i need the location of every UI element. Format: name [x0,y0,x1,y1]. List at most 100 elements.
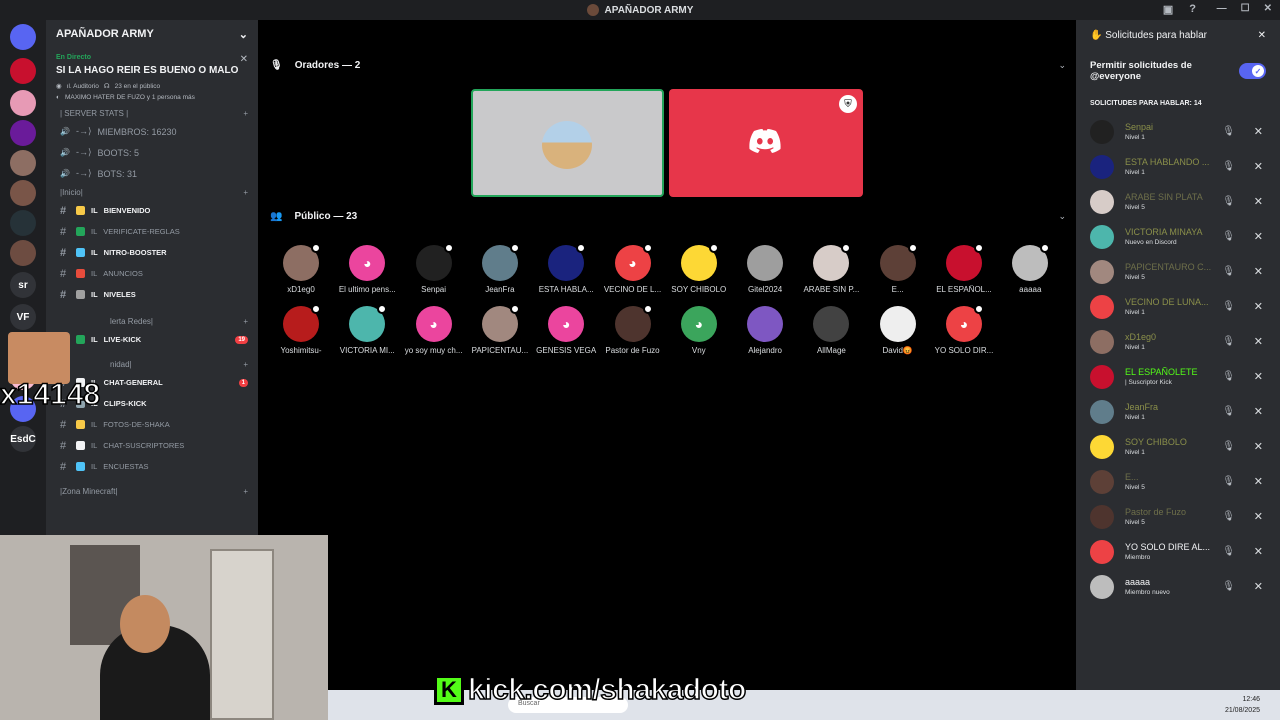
audience-header[interactable]: 👥 Público — 23 [270,211,357,222]
audience-member[interactable]: David😡 [865,306,931,355]
invite-to-speak-icon[interactable]: 🎙 [1222,406,1235,417]
chevron-down-icon[interactable]: ⌄ [1058,60,1066,71]
server-icon[interactable] [10,150,36,176]
invite-to-speak-icon[interactable]: 🎙 [1222,336,1235,347]
allow-requests-toggle[interactable] [1239,63,1266,79]
add-channel-icon[interactable]: + [243,487,248,496]
dismiss-request-icon[interactable]: ✕ [1254,300,1263,313]
add-channel-icon[interactable]: + [243,360,248,369]
server-header[interactable]: APAÑADOR ARMY ⌄ [46,20,258,48]
add-channel-icon[interactable]: + [243,188,248,197]
text-channel[interactable]: #ıllive-kick19 [46,329,258,350]
server-icon[interactable] [10,58,36,84]
text-channel[interactable]: # ıl nitro-booster [46,242,258,263]
close-window-button[interactable]: ✕ [1264,3,1272,14]
invite-to-speak-icon[interactable]: 🎙 [1222,266,1235,277]
invite-to-speak-icon[interactable]: 🎙 [1222,301,1235,312]
minimize-button[interactable]: — [1217,3,1227,14]
audience-member[interactable]: Gitel2024 [732,245,798,294]
audience-member[interactable]: JeanFra [467,243,533,294]
help-icon[interactable]: ? [1189,3,1196,16]
close-icon[interactable]: ✕ [1258,30,1266,41]
dismiss-request-icon[interactable]: ✕ [1254,335,1263,348]
add-channel-icon[interactable]: + [243,317,248,326]
inbox-icon[interactable]: ▣ [1163,3,1173,16]
audience-member[interactable]: ESTA HABLA... [533,243,599,294]
audience-member[interactable]: EL ESPAÑOL... [931,243,997,294]
invite-to-speak-icon[interactable]: 🎙 [1222,546,1235,557]
speaker-tile[interactable] [471,89,664,197]
server-icon[interactable] [10,180,36,206]
server-icon[interactable] [10,120,36,146]
dismiss-request-icon[interactable]: ✕ [1254,195,1263,208]
invite-to-speak-icon[interactable]: 🎙 [1222,161,1235,172]
invite-to-speak-icon[interactable]: 🎙 [1222,581,1235,592]
invite-to-speak-icon[interactable]: 🎙 [1222,476,1235,487]
dismiss-request-icon[interactable]: ✕ [1254,475,1263,488]
chevron-down-icon[interactable]: ⌄ [239,28,248,41]
audience-member[interactable]: ◕ GENESIS VEGA [533,306,599,355]
dismiss-request-icon[interactable]: ✕ [1254,125,1263,138]
audience-member[interactable]: ◕ Vny [666,306,732,355]
dismiss-request-icon[interactable]: ✕ [1254,510,1263,523]
category-server-stats[interactable]: | SERVER STATS | + [46,105,258,121]
server-icon[interactable]: EsdC [10,426,36,452]
chevron-down-icon[interactable]: ⌄ [1058,211,1066,222]
text-channel[interactable]: # ıl bienvenido [46,200,258,221]
audience-member[interactable]: xD1eg0 [268,243,334,294]
audience-member[interactable]: ◕ yo soy muy ch... [401,306,467,355]
text-channel[interactable]: # ıl fotos-de-shaka [46,414,258,435]
text-channel[interactable]: # ıl verificate-reglas [46,221,258,242]
invite-to-speak-icon[interactable]: 🎙 [1222,371,1235,382]
server-icon[interactable] [10,24,36,50]
audience-member[interactable]: Yoshimitsu- [268,304,334,355]
category-zona-minecraft[interactable]: |Zona Minecraft| + [46,483,258,499]
voice-channel[interactable]: 🔊 -→⟩ BOOTS: 5 [46,142,258,163]
dismiss-request-icon[interactable]: ✕ [1254,230,1263,243]
category-alerta-redes[interactable]: lerta Redes| + [46,313,258,329]
audience-member[interactable]: ◕ VECINO DE L... [600,243,666,294]
category-inicio[interactable]: |Inicio| + [46,184,258,200]
close-icon[interactable]: ✕ [240,54,248,65]
dismiss-request-icon[interactable]: ✕ [1254,370,1263,383]
audience-member[interactable]: SOY CHIBOLO [666,243,732,294]
category-comunidad[interactable]: nidad| + [46,356,258,372]
server-icon[interactable]: sr [10,272,36,298]
voice-channel[interactable]: 🔊 -→⟩ BOTS: 31 [46,163,258,184]
dismiss-request-icon[interactable]: ✕ [1254,265,1263,278]
server-icon[interactable] [10,210,36,236]
dismiss-request-icon[interactable]: ✕ [1254,545,1263,558]
audience-member[interactable]: PAPICENTAU... [467,304,533,355]
live-stage-card[interactable]: En Directo SI LA HAGO REIR ES BUENO O MA… [46,48,258,105]
invite-to-speak-icon[interactable]: 🎙 [1222,231,1235,242]
audience-member[interactable]: Alejandro [732,306,798,355]
audience-member[interactable]: ARABE SIN P... [798,243,864,294]
invite-to-speak-icon[interactable]: 🎙 [1222,196,1235,207]
dismiss-request-icon[interactable]: ✕ [1254,405,1263,418]
server-icon[interactable] [10,240,36,266]
text-channel[interactable]: # ıl anuncios [46,263,258,284]
add-channel-icon[interactable]: + [243,109,248,118]
text-channel[interactable]: # ıl encuestas [46,456,258,477]
invite-to-speak-icon[interactable]: 🎙 [1222,126,1235,137]
audience-member[interactable]: VICTORIA MI... [334,304,400,355]
dismiss-request-icon[interactable]: ✕ [1254,580,1263,593]
invite-to-speak-icon[interactable]: 🎙 [1222,511,1235,522]
text-channel[interactable]: # ıl niveles [46,284,258,305]
audience-member[interactable]: ◕ YO SOLO DIR... [931,304,997,355]
audience-member[interactable]: aaaaa [997,243,1063,294]
speakers-header[interactable]: 🎙 Oradores — 2 [270,60,360,71]
dismiss-request-icon[interactable]: ✕ [1254,160,1263,173]
dismiss-request-icon[interactable]: ✕ [1254,440,1263,453]
audience-member[interactable]: AllMage [798,306,864,355]
invite-to-speak-icon[interactable]: 🎙 [1222,441,1235,452]
audience-member[interactable]: Pastor de Fuzo [600,304,666,355]
speaker-tile[interactable]: ⛨ [669,89,863,197]
maximize-button[interactable]: ☐ [1241,3,1250,14]
voice-channel[interactable]: 🔊 -→⟩ MIEMBROS: 16230 [46,121,258,142]
audience-member[interactable]: ◕ El ultimo pens... [334,245,400,294]
audience-member[interactable]: E... [865,243,931,294]
text-channel[interactable]: # ıl chat-suscriptores [46,435,258,456]
audience-member[interactable]: Senpai [401,243,467,294]
server-icon[interactable] [10,90,36,116]
